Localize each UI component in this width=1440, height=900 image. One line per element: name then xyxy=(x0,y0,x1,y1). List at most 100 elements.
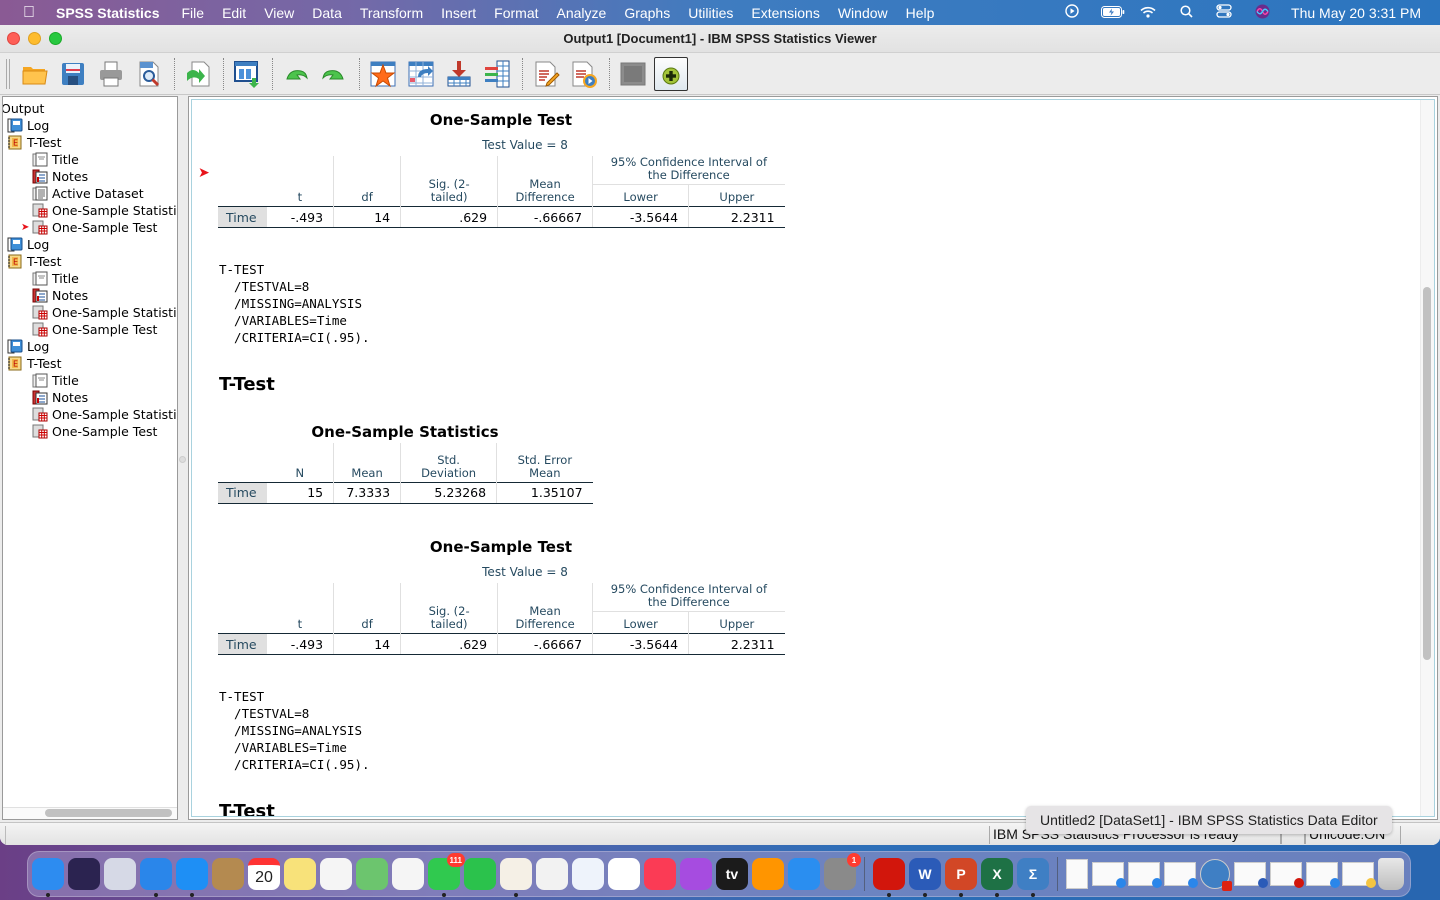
menu-insert[interactable]: Insert xyxy=(441,5,476,21)
output-content-pane[interactable]: ➤ One-Sample Test Test Value = 8 t df Si… xyxy=(188,96,1438,820)
menu-utilities[interactable]: Utilities xyxy=(688,5,733,21)
dock-window-word[interactable] xyxy=(1234,862,1268,888)
dock-numbers[interactable] xyxy=(536,858,568,890)
dock-system-preferences[interactable]: 1 xyxy=(824,853,861,890)
goto-data-button[interactable] xyxy=(366,57,400,91)
one-sample-test-table[interactable]: t df Sig. (2- tailed) Mean Difference 95… xyxy=(218,156,785,228)
outline-item-notes[interactable]: Notes xyxy=(3,389,177,406)
apple-menu-icon[interactable]:  xyxy=(20,4,38,22)
dock-window-safari-2[interactable] xyxy=(1128,862,1162,888)
one-sample-test-table[interactable]: t df Sig. (2- tailed) Mean Difference 95… xyxy=(218,583,785,655)
content-vertical-scroll-thumb[interactable] xyxy=(1423,287,1431,660)
dock-music[interactable] xyxy=(644,858,676,890)
dock-siri[interactable] xyxy=(68,858,100,890)
dock-mail[interactable] xyxy=(176,858,208,897)
menu-app-name[interactable]: SPSS Statistics xyxy=(56,5,160,21)
content-vertical-scrollbar[interactable] xyxy=(1420,100,1434,816)
outline-item-one-sample-test[interactable]: ➤ One-Sample Test xyxy=(3,219,177,236)
control-center-icon[interactable] xyxy=(1215,4,1233,21)
menu-graphs[interactable]: Graphs xyxy=(624,5,670,21)
outline-item-one-sample-statistics[interactable]: One-Sample Statistics xyxy=(3,202,177,219)
dock-spss[interactable]: Σ xyxy=(1017,858,1049,897)
menu-extensions[interactable]: Extensions xyxy=(751,5,819,21)
dock-calendar[interactable]: 20 xyxy=(248,858,280,890)
dock-messages[interactable]: 111 xyxy=(428,853,465,897)
dock-finder[interactable] xyxy=(32,858,64,897)
dock-podcasts[interactable] xyxy=(680,858,712,890)
outline-item-t-test[interactable]: E T-Test xyxy=(3,253,177,270)
outline-item-log[interactable]: Log xyxy=(3,338,177,355)
dock-reminders[interactable] xyxy=(320,858,352,890)
dock-trash[interactable] xyxy=(1378,858,1404,890)
one-sample-statistics-table[interactable]: N Mean Std. Deviation Std. Error Mean Ti… xyxy=(218,443,593,504)
outline-item-notes[interactable]: Notes xyxy=(3,287,177,304)
wifi-icon[interactable] xyxy=(1139,5,1157,21)
outline-item-active-dataset[interactable]: Active Dataset xyxy=(3,185,177,202)
print-preview-button[interactable] xyxy=(132,57,166,91)
dock-news[interactable] xyxy=(608,858,640,890)
menu-window[interactable]: Window xyxy=(838,5,888,21)
dock-maps[interactable] xyxy=(356,858,388,890)
outline-item-log[interactable]: Log xyxy=(3,236,177,253)
dock-contacts[interactable] xyxy=(212,858,244,890)
menu-help[interactable]: Help xyxy=(906,5,935,21)
dock-word[interactable]: W xyxy=(909,858,941,897)
open-button[interactable] xyxy=(18,57,52,91)
dock-document-1[interactable] xyxy=(1066,859,1088,889)
outline-item-one-sample-statistics[interactable]: One-Sample Statistics xyxy=(3,304,177,321)
dock-window-spss-data[interactable] xyxy=(1200,859,1232,891)
outline-item-t-test[interactable]: E T-Test xyxy=(3,134,177,151)
insert-text-button[interactable] xyxy=(529,57,563,91)
dock-powerpoint[interactable]: P xyxy=(945,858,977,897)
menu-view[interactable]: View xyxy=(264,5,294,21)
menu-file[interactable]: File xyxy=(182,5,205,21)
dock-safari[interactable] xyxy=(140,858,172,897)
minimize-window-button[interactable] xyxy=(28,32,41,45)
recall-dialog-button[interactable] xyxy=(230,57,264,91)
dock-window-safari-1[interactable] xyxy=(1092,862,1126,888)
dock-keynote[interactable] xyxy=(572,858,604,890)
close-window-button[interactable] xyxy=(7,32,20,45)
dock-excel[interactable]: X xyxy=(981,858,1013,897)
splitter-grip[interactable] xyxy=(179,456,186,463)
run-script-button[interactable] xyxy=(567,57,601,91)
menu-format[interactable]: Format xyxy=(494,5,538,21)
zoom-window-button[interactable] xyxy=(49,32,62,45)
siri-icon[interactable] xyxy=(1253,4,1271,22)
menu-analyze[interactable]: Analyze xyxy=(557,5,607,21)
outline-item-title[interactable]: Title xyxy=(3,270,177,287)
outline-pane[interactable]: Output Log E T-Test Title Notes Active Dataset… xyxy=(2,96,178,820)
goto-case-button[interactable] xyxy=(404,57,438,91)
dock-textedit[interactable] xyxy=(500,858,532,897)
redo-button[interactable] xyxy=(317,57,351,91)
menu-data[interactable]: Data xyxy=(312,5,342,21)
dock-photos[interactable] xyxy=(392,858,424,890)
play-circle-icon[interactable] xyxy=(1063,4,1081,21)
dock-books[interactable] xyxy=(752,858,784,890)
outline-item-t-test[interactable]: E T-Test xyxy=(3,355,177,372)
designate-window-button[interactable] xyxy=(654,56,688,91)
dock-window-textedit[interactable] xyxy=(1342,862,1376,888)
title-bar[interactable]: Output1 [Document1] - IBM SPSS Statistic… xyxy=(0,25,1440,53)
outline-item-one-sample-test[interactable]: One-Sample Test xyxy=(3,321,177,338)
dock-acrobat[interactable] xyxy=(873,858,905,897)
outline-item-title[interactable]: Title xyxy=(3,151,177,168)
dock-window-acrobat[interactable] xyxy=(1270,862,1304,888)
dock-app-store[interactable] xyxy=(788,858,820,890)
variables-button[interactable] xyxy=(480,57,514,91)
dock-launchpad[interactable] xyxy=(104,858,136,890)
dock-notes[interactable] xyxy=(284,858,316,890)
menu-transform[interactable]: Transform xyxy=(360,5,423,21)
toolbar-grip[interactable] xyxy=(6,58,10,89)
dock-window-safari-3[interactable] xyxy=(1164,862,1198,888)
spotlight-search-icon[interactable] xyxy=(1177,4,1195,21)
dock-window-safari-4[interactable] xyxy=(1306,862,1340,888)
outline-item-one-sample-statistics[interactable]: One-Sample Statistics xyxy=(3,406,177,423)
goto-variable-button[interactable] xyxy=(442,57,476,91)
menu-edit[interactable]: Edit xyxy=(222,5,246,21)
menu-bar-clock[interactable]: Thu May 20 3:31 PM xyxy=(1291,5,1421,21)
save-button[interactable] xyxy=(56,57,90,91)
pane-splitter[interactable] xyxy=(178,96,187,820)
export-button[interactable] xyxy=(181,57,215,91)
print-button[interactable] xyxy=(94,57,128,91)
